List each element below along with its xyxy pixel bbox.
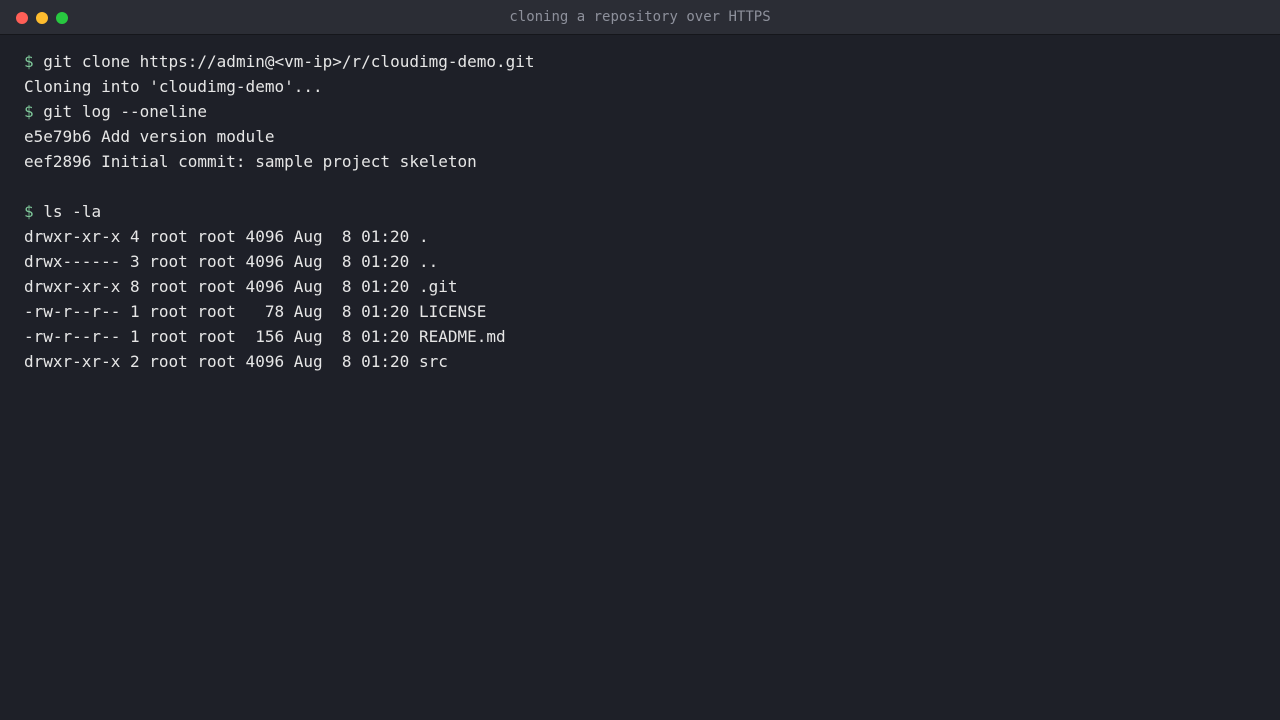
command-text: git clone https://admin@<vm-ip>/r/cloudi…: [43, 52, 535, 71]
window-title: cloning a repository over HTTPS: [509, 9, 771, 25]
output-line: drwxr-xr-x 8 root root 4096 Aug 8 01:20 …: [24, 277, 458, 296]
output-line: drwxr-xr-x 4 root root 4096 Aug 8 01:20 …: [24, 227, 429, 246]
command-text: git log --oneline: [43, 102, 208, 121]
command-line: $ ls -la: [24, 199, 1256, 224]
command-text: ls -la: [43, 202, 102, 221]
output-line: drwx------ 3 root root 4096 Aug 8 01:20 …: [24, 252, 439, 271]
output-line: Cloning into 'cloudimg-demo'...: [24, 77, 323, 96]
title-bar[interactable]: cloning a repository over HTTPS: [0, 0, 1280, 35]
output-line: e5e79b6 Add version module: [24, 127, 275, 146]
terminal-window: cloning a repository over HTTPS $ git cl…: [0, 0, 1280, 720]
output-line: eef2896 Initial commit: sample project s…: [24, 152, 477, 171]
terminal-output[interactable]: $ git clone https://admin@<vm-ip>/r/clou…: [0, 35, 1280, 374]
output-line: drwxr-xr-x 2 root root 4096 Aug 8 01:20 …: [24, 352, 448, 371]
command-line: $ git log --oneline: [24, 99, 1256, 124]
output-line: -rw-r--r-- 1 root root 78 Aug 8 01:20 LI…: [24, 302, 487, 321]
prompt-symbol: $: [24, 102, 34, 121]
prompt-symbol: $: [24, 202, 34, 221]
command-line: $ git clone https://admin@<vm-ip>/r/clou…: [24, 49, 1256, 74]
prompt-symbol: $: [24, 52, 34, 71]
output-line: -rw-r--r-- 1 root root 156 Aug 8 01:20 R…: [24, 327, 506, 346]
